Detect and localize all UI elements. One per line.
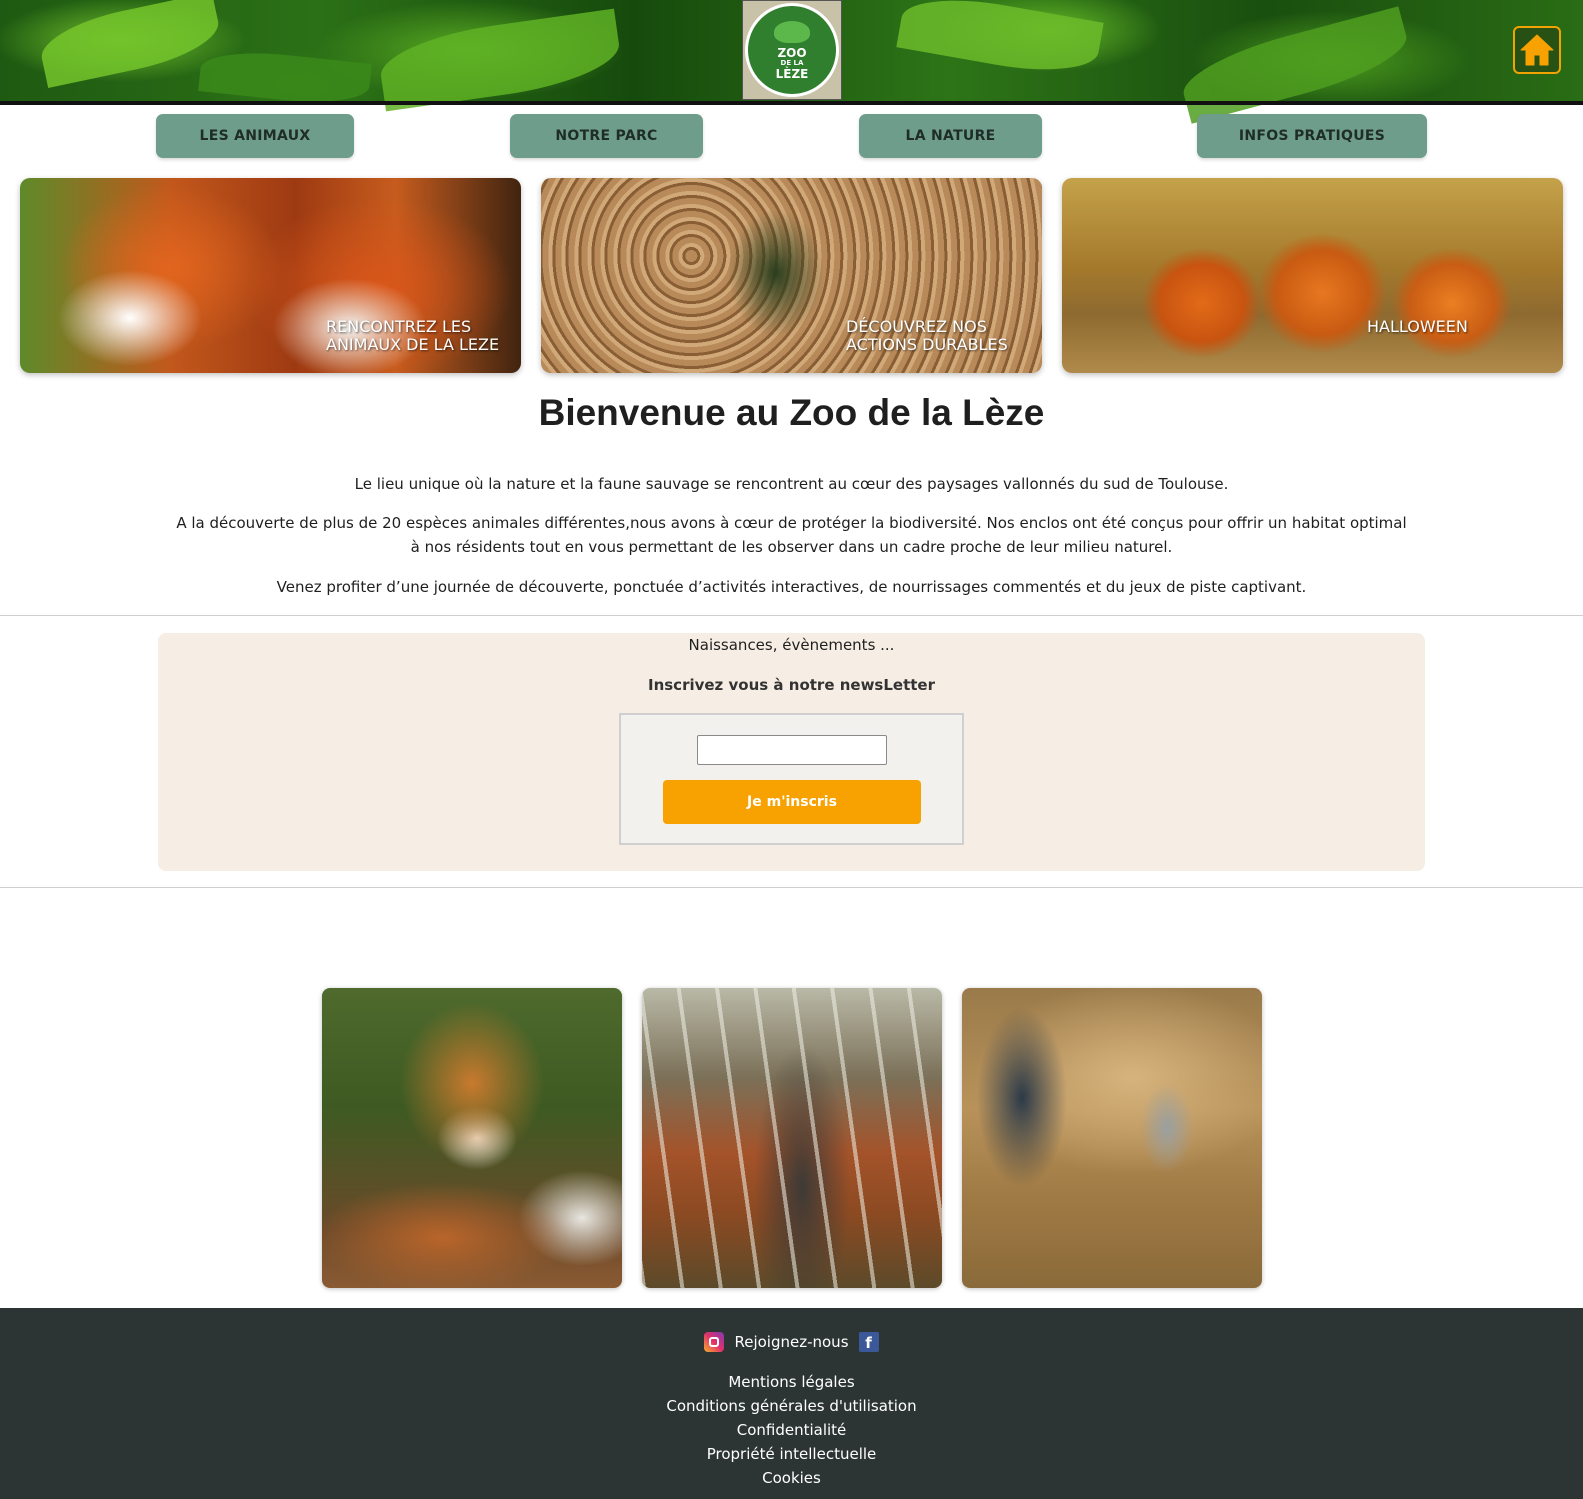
nav-infos-pratiques[interactable]: INFOS PRATIQUES (1197, 114, 1427, 158)
footer: Rejoignez-nous f Mentions légales Condit… (0, 1308, 1583, 1499)
divider (0, 615, 1583, 616)
card-animaux-line1: Rencontrez les (326, 317, 472, 336)
card-actions-label: Découvrez nos actions durables (846, 318, 1008, 354)
zoo-logo[interactable]: ZOO DE LA LÈZE (742, 0, 842, 100)
home-button[interactable] (1513, 26, 1561, 74)
card-halloween[interactable]: Halloween (1062, 178, 1563, 373)
link-cgu[interactable]: Conditions générales d'utilisation (0, 1394, 1583, 1418)
link-confidentialite[interactable]: Confidentialité (0, 1418, 1583, 1442)
social-links: Rejoignez-nous f (0, 1332, 1583, 1352)
tiger-photo[interactable] (322, 988, 622, 1288)
footer-links: Mentions légales Conditions générales d'… (0, 1370, 1583, 1490)
logo-text-line3: LÈZE (775, 66, 809, 81)
leaf-decoration (35, 0, 225, 89)
activities-paragraph: Venez profiter d’une journée de découver… (276, 578, 1307, 596)
link-cookies[interactable]: Cookies (0, 1466, 1583, 1490)
card-animaux-label: Rencontrez les animaux de la Leze (326, 318, 499, 354)
join-label: Rejoignez-nous (734, 1333, 849, 1351)
intro-paragraph: Le lieu unique où la nature et la faune … (354, 475, 1229, 493)
instagram-icon[interactable] (704, 1332, 725, 1352)
newsletter-form: Je m'inscris (619, 713, 964, 845)
link-propriete-intellectuelle[interactable]: Propriété intellectuelle (0, 1442, 1583, 1466)
nav-notre-parc[interactable]: NOTRE PARC (510, 114, 703, 158)
email-input[interactable] (697, 735, 887, 765)
nav-la-nature[interactable]: LA NATURE (859, 114, 1042, 158)
leaf-decoration (376, 8, 624, 112)
card-actions-line1: Découvrez nos (846, 317, 987, 336)
header-divider (0, 101, 1583, 105)
logo-text-line1: ZOO (777, 45, 807, 60)
nav-les-animaux[interactable]: LES ANIMAUX (156, 114, 354, 158)
newsletter-tagline: Naissances, évènements ... (688, 636, 895, 654)
zoo-logo-icon: ZOO DE LA LÈZE (745, 3, 839, 97)
facebook-icon[interactable]: f (858, 1332, 879, 1352)
card-animaux-line2: animaux de la Leze (326, 335, 500, 354)
leaf-decoration (896, 0, 1104, 82)
tree-icon (774, 20, 810, 43)
newsletter-section: Naissances, évènements ... Inscrivez vou… (158, 633, 1425, 871)
newsletter-heading: Inscrivez vous à notre newsLetter (647, 676, 935, 694)
subscribe-button[interactable]: Je m'inscris (663, 780, 921, 824)
home-icon (1520, 34, 1554, 66)
cave-exhibit-photo[interactable] (962, 988, 1262, 1288)
card-actions-line2: actions durables (846, 335, 1008, 354)
card-actions-durables[interactable]: Découvrez nos actions durables (541, 178, 1042, 373)
forest-path-photo[interactable] (642, 988, 942, 1288)
description-paragraph: A la découverte de plus de 20 espèces an… (176, 514, 1407, 556)
card-halloween-label: Halloween (1367, 317, 1468, 336)
leaf-decoration (1176, 6, 1414, 124)
divider (0, 887, 1583, 888)
card-animaux[interactable]: Rencontrez les animaux de la Leze (20, 178, 521, 373)
leaf-decoration (198, 46, 372, 109)
link-mentions-legales[interactable]: Mentions légales (0, 1370, 1583, 1394)
page-title: Bienvenue au Zoo de la Lèze (538, 392, 1045, 433)
